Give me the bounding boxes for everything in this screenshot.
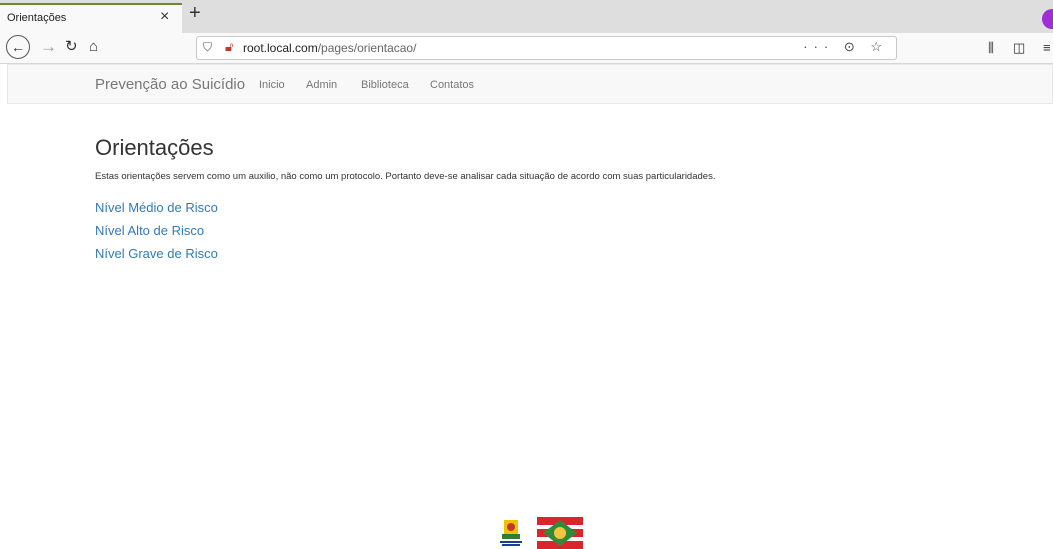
library-icon[interactable]: ⫼ <box>988 40 994 56</box>
close-tab-icon[interactable]: × <box>160 8 169 26</box>
link-nivel-grave[interactable]: Nível Grave de Risco <box>95 246 218 261</box>
reload-icon[interactable]: ↻ <box>65 36 78 58</box>
page-title: Orientações <box>95 135 214 160</box>
profile-icon[interactable] <box>1042 9 1053 29</box>
nav-link-contatos[interactable]: Contatos <box>430 79 474 91</box>
page-actions[interactable]: ··· ⊙ ☆ <box>803 39 888 55</box>
url-host: root.local.com <box>243 41 318 55</box>
insecure-lock-icon[interactable]: 🔓︎ <box>225 39 233 55</box>
site-navbar: Prevenção ao Suicídio Inicio Admin Bibli… <box>7 64 1053 104</box>
tab-title: Orientações <box>7 12 67 24</box>
url-text[interactable]: root.local.com/pages/orientacao/ <box>243 41 416 55</box>
new-tab-button[interactable]: + <box>189 2 201 25</box>
back-icon[interactable]: ← <box>6 35 30 59</box>
url-path: /pages/orientacao/ <box>317 41 417 55</box>
nav-link-admin[interactable]: Admin <box>306 79 337 91</box>
url-bar[interactable]: ⛉ 🔓︎ root.local.com/pages/orientacao/ ··… <box>196 36 897 60</box>
sidebar-icon[interactable]: ◫ <box>1013 40 1025 56</box>
site-brand[interactable]: Prevenção ao Suicídio <box>95 76 245 93</box>
shield-icon[interactable]: ⛉ <box>203 40 212 55</box>
nav-link-inicio[interactable]: Inicio <box>259 79 285 91</box>
link-nivel-alto[interactable]: Nível Alto de Risco <box>95 223 204 238</box>
browser-toolbar: ← → ↻ ⌂ ⛉ 🔓︎ root.local.com/pages/orient… <box>0 33 1053 64</box>
link-nivel-medio[interactable]: Nível Médio de Risco <box>95 200 218 215</box>
forward-icon[interactable]: → <box>40 36 57 58</box>
tab-strip: Orientações × + <box>0 0 1053 33</box>
state-flag-logo <box>537 517 583 549</box>
university-logo <box>500 520 522 546</box>
menu-icon[interactable]: ≡ <box>1043 40 1051 55</box>
home-icon[interactable]: ⌂ <box>89 36 98 58</box>
intro-text: Estas orientações servem como um auxilio… <box>95 171 716 182</box>
nav-link-biblioteca[interactable]: Biblioteca <box>361 79 409 91</box>
tab-orientacoes[interactable]: Orientações × <box>0 3 182 33</box>
